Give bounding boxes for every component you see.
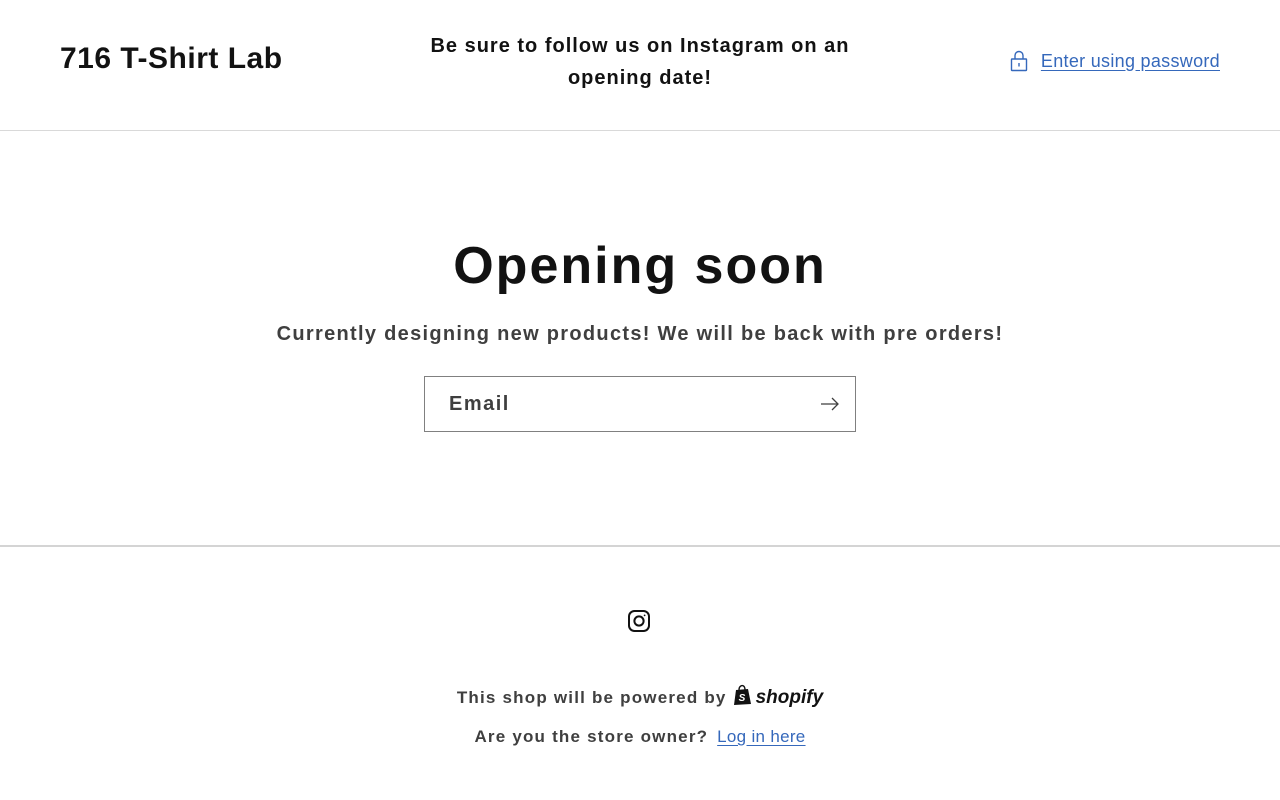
store-owner-line: Are you the store owner? Log in here: [0, 727, 1280, 747]
shopify-logo[interactable]: S shopify: [733, 684, 824, 712]
enter-password-label: Enter using password: [1040, 50, 1220, 71]
instagram-icon[interactable]: [627, 609, 651, 633]
shopify-bag-icon: S: [733, 684, 753, 712]
lock-icon: [1010, 50, 1028, 72]
powered-by: This shop will be powered by S shopify: [0, 684, 1280, 712]
login-link[interactable]: Log in here: [717, 727, 805, 746]
arrow-right-icon: [820, 397, 840, 414]
svg-text:S: S: [738, 693, 745, 704]
email-submit-button[interactable]: [819, 394, 841, 416]
page-title: Opening soon: [453, 237, 827, 295]
email-field[interactable]: [425, 377, 805, 431]
enter-password-link[interactable]: Enter using password: [1010, 50, 1220, 72]
store-logo[interactable]: 716 T-Shirt Lab: [60, 42, 283, 76]
announcement-text: Be sure to follow us on Instagram on an …: [430, 35, 850, 89]
owner-question: Are you the store owner?: [474, 727, 709, 746]
hero-subtitle: Currently designing new products! We wil…: [276, 323, 1004, 345]
footer: This shop will be powered by S shopify A…: [0, 549, 1280, 800]
header: 716 T-Shirt Lab Be sure to follow us on …: [0, 0, 1280, 131]
shopify-wordmark: shopify: [755, 687, 824, 708]
hero-section: Opening soon Currently designing new pro…: [0, 131, 1280, 547]
newsletter-form: [424, 376, 856, 432]
powered-by-text: This shop will be powered by: [456, 688, 727, 707]
